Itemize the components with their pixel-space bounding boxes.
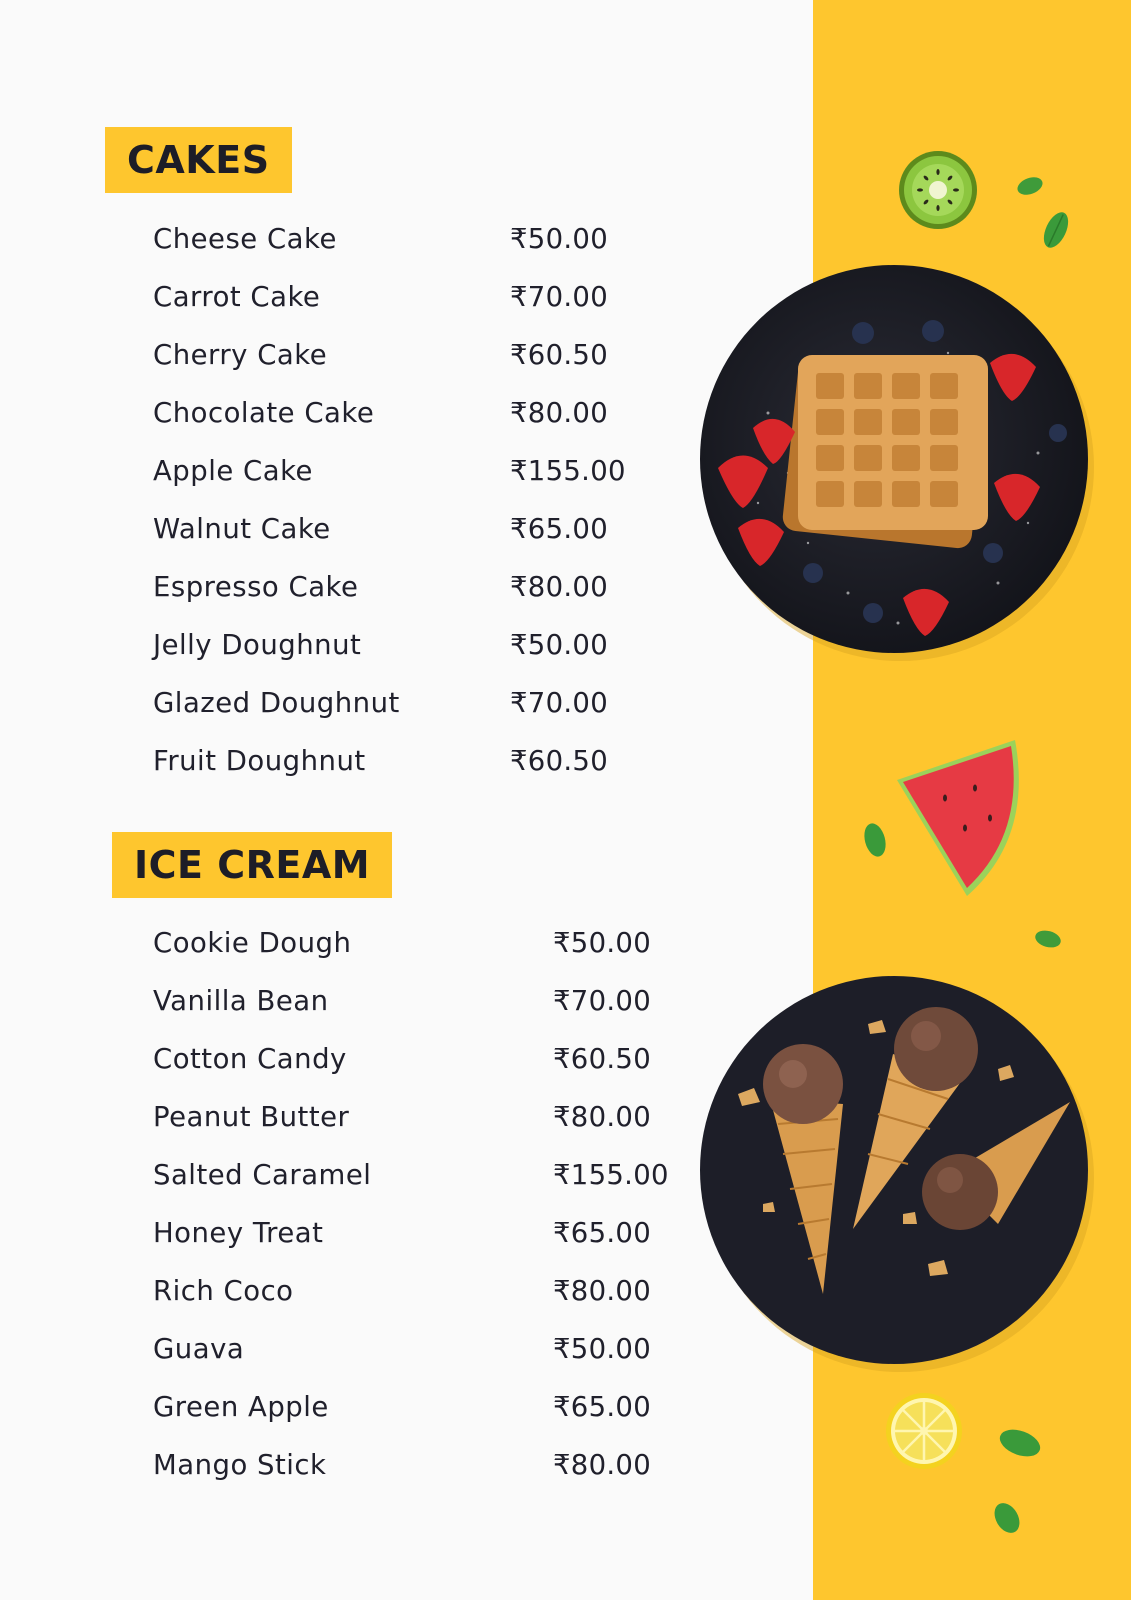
section-heading-cakes: CAKES (105, 127, 292, 193)
item-price: ₹70.00 (553, 985, 652, 1017)
item-name: Cherry Cake (153, 339, 328, 371)
item-name: Cotton Candy (153, 1043, 347, 1075)
item-name: Espresso Cake (153, 571, 359, 603)
item-price: ₹80.00 (553, 1275, 652, 1307)
item-name: Honey Treat (153, 1217, 324, 1249)
item-price: ₹60.50 (510, 745, 609, 777)
item-price: ₹50.00 (553, 1333, 652, 1365)
list-item: Honey Treat ₹65.00 (153, 1204, 669, 1262)
item-price: ₹65.00 (553, 1391, 652, 1423)
mint-leaf-image (1043, 212, 1069, 248)
item-price: ₹80.00 (553, 1449, 652, 1481)
item-name: Glazed Doughnut (153, 687, 400, 719)
ice-cream-cones-plate-image (700, 976, 1094, 1372)
mint-leaf-image (1017, 177, 1043, 195)
item-price: ₹80.00 (510, 571, 609, 603)
item-name: Mango Stick (153, 1449, 327, 1481)
list-item: Walnut Cake ₹65.00 (153, 500, 626, 558)
item-name: Apple Cake (153, 455, 313, 487)
item-name: Guava (153, 1333, 245, 1365)
list-item: Mango Stick ₹80.00 (153, 1436, 669, 1494)
list-item: Chocolate Cake ₹80.00 (153, 384, 626, 442)
list-item: Guava ₹50.00 (153, 1320, 669, 1378)
list-item: Cookie Dough ₹50.00 (153, 914, 669, 972)
item-name: Salted Caramel (153, 1159, 372, 1191)
item-price: ₹155.00 (553, 1159, 669, 1191)
item-price: ₹60.50 (553, 1043, 652, 1075)
item-price: ₹70.00 (510, 281, 609, 313)
list-item: Espresso Cake ₹80.00 (153, 558, 626, 616)
item-name: Green Apple (153, 1391, 329, 1423)
list-item: Peanut Butter ₹80.00 (153, 1088, 669, 1146)
item-name: Fruit Doughnut (153, 745, 366, 777)
list-item: Cheese Cake ₹50.00 (153, 210, 626, 268)
lemon-slice-image (886, 1393, 962, 1469)
waffle-plate-image (700, 265, 1094, 661)
mint-leaf-image (999, 1429, 1041, 1457)
list-item: Glazed Doughnut ₹70.00 (153, 674, 626, 732)
item-price: ₹50.00 (510, 223, 609, 255)
item-name: Chocolate Cake (153, 397, 375, 429)
list-item: Jelly Doughnut ₹50.00 (153, 616, 626, 674)
mint-leaf-image (994, 1503, 1020, 1533)
item-name: Cookie Dough (153, 927, 352, 959)
item-price: ₹80.00 (553, 1101, 652, 1133)
cakes-menu-list: Cheese Cake ₹50.00 Carrot Cake ₹70.00 Cher… (153, 210, 626, 790)
item-name: Walnut Cake (153, 513, 331, 545)
item-name: Vanilla Bean (153, 985, 329, 1017)
item-name: Rich Coco (153, 1275, 294, 1307)
list-item: Carrot Cake ₹70.00 (153, 268, 626, 326)
mint-leaf-image (1035, 930, 1061, 948)
item-price: ₹80.00 (510, 397, 609, 429)
watermelon-slice-image (897, 740, 1019, 896)
list-item: Fruit Doughnut ₹60.50 (153, 732, 626, 790)
item-price: ₹60.50 (510, 339, 609, 371)
item-name: Peanut Butter (153, 1101, 350, 1133)
item-price: ₹65.00 (510, 513, 609, 545)
list-item: Salted Caramel ₹155.00 (153, 1146, 669, 1204)
mint-leaf-image (864, 823, 886, 857)
item-name: Carrot Cake (153, 281, 321, 313)
list-item: Green Apple ₹65.00 (153, 1378, 669, 1436)
list-item: Cherry Cake ₹60.50 (153, 326, 626, 384)
list-item: Cotton Candy ₹60.50 (153, 1030, 669, 1088)
list-item: Apple Cake ₹155.00 (153, 442, 626, 500)
item-name: Cheese Cake (153, 223, 337, 255)
list-item: Rich Coco ₹80.00 (153, 1262, 669, 1320)
kiwi-slice-image (899, 151, 977, 229)
item-price: ₹155.00 (510, 455, 626, 487)
list-item: Vanilla Bean ₹70.00 (153, 972, 669, 1030)
ice-cream-menu-list: Cookie Dough ₹50.00 Vanilla Bean ₹70.00 Co… (153, 914, 669, 1494)
item-price: ₹50.00 (553, 927, 652, 959)
section-heading-ice-cream: ICE CREAM (112, 832, 393, 898)
item-name: Jelly Doughnut (153, 629, 362, 661)
item-price: ₹50.00 (510, 629, 609, 661)
item-price: ₹70.00 (510, 687, 609, 719)
item-price: ₹65.00 (553, 1217, 652, 1249)
